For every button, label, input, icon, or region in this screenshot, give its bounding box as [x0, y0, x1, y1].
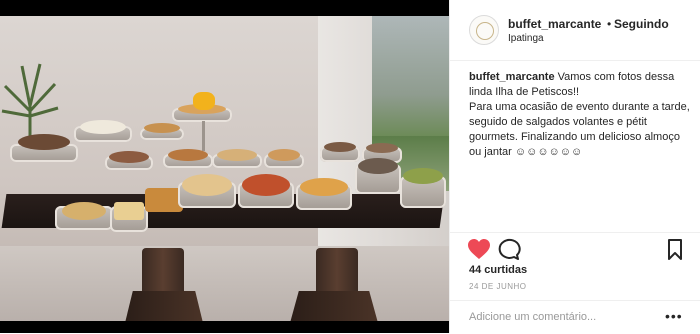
- comment-input[interactable]: Adicione um comentário...: [469, 311, 596, 323]
- food-item: [80, 120, 126, 134]
- food-item: [268, 149, 300, 161]
- likes-count[interactable]: 44 curtidas: [469, 264, 527, 276]
- food-item: [217, 149, 257, 161]
- bookmark-icon[interactable]: [663, 238, 687, 260]
- post-sidebar: buffet_marcante • Seguindo Ipatinga buff…: [449, 0, 700, 333]
- food-stand: [202, 121, 205, 151]
- avatar[interactable]: [469, 15, 499, 45]
- food-item: [324, 142, 356, 152]
- table-base: [125, 291, 203, 321]
- food-item: [366, 143, 398, 153]
- more-options-button[interactable]: •••: [665, 308, 683, 324]
- post-photo[interactable]: [0, 0, 449, 333]
- logo-icon: [476, 22, 494, 40]
- heart-icon[interactable]: [467, 238, 491, 260]
- following-button[interactable]: Seguindo: [614, 17, 669, 31]
- food-item: [144, 123, 180, 133]
- separator-dot: •: [607, 17, 612, 31]
- table-leg: [316, 248, 358, 296]
- food-item: [193, 92, 215, 110]
- food-item: [109, 151, 149, 163]
- food-item: [114, 202, 144, 220]
- food-item: [18, 134, 70, 150]
- food-item: [168, 149, 208, 161]
- post-header: buffet_marcante • Seguindo Ipatinga: [450, 0, 700, 61]
- floor: [0, 246, 449, 321]
- food-item: [358, 158, 398, 174]
- post-caption: buffet_marcante Vamos com fotos dessa li…: [469, 70, 691, 160]
- food-item: [403, 168, 443, 184]
- table-leg: [142, 248, 184, 296]
- caption-text-2: Para uma ocasião de evento durante a tar…: [469, 101, 690, 158]
- username-link[interactable]: buffet_marcante: [508, 17, 601, 31]
- food-item: [300, 178, 348, 196]
- food-item: [62, 202, 106, 220]
- location-link[interactable]: Ipatinga: [508, 33, 544, 44]
- food-item: [242, 174, 290, 196]
- plant: [1, 63, 59, 146]
- table-base: [290, 291, 378, 321]
- food-item: [182, 174, 232, 196]
- caption-username-link[interactable]: buffet_marcante: [469, 71, 555, 83]
- buffet-image: [0, 16, 449, 321]
- comment-icon[interactable]: [497, 238, 521, 260]
- post-date: 24 DE JUNHO: [469, 282, 527, 291]
